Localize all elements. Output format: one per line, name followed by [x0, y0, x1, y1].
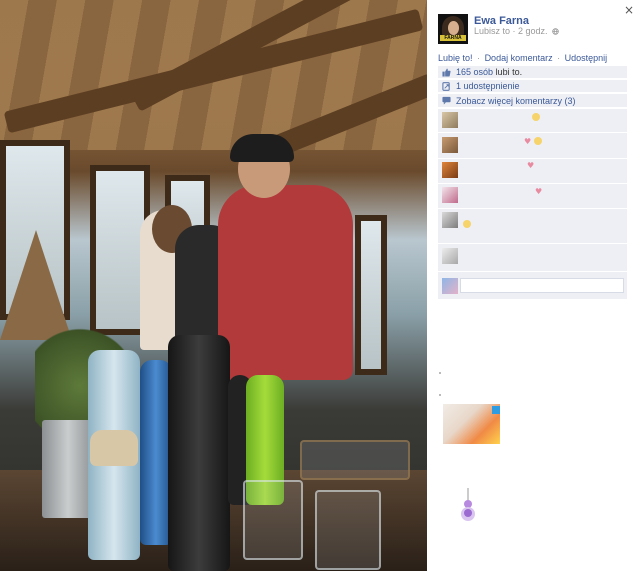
ad-dot [439, 372, 441, 374]
photo-person-shirt [218, 185, 353, 380]
comment-bubble-icon [442, 96, 451, 105]
shares-row: 1 udostępnienie [438, 80, 627, 93]
avatar[interactable]: FARNA [438, 14, 468, 44]
photo-bottle-label [90, 430, 138, 466]
sun-icon [534, 137, 542, 145]
likes-count[interactable]: 165 osób [456, 67, 493, 77]
add-comment-link[interactable]: Dodaj komentarz [485, 53, 553, 63]
shares-count[interactable]: 1 udostępnienie [456, 81, 520, 91]
photo-bottle [168, 335, 230, 571]
sun-icon [532, 113, 540, 121]
sponsored-product-image[interactable] [458, 486, 478, 526]
likes-row: 165 osób lubi to. [438, 66, 627, 79]
heart-icon: ♥ [524, 137, 532, 146]
photo-cap [230, 134, 294, 162]
avatar-logo: FARNA [440, 35, 466, 41]
comment-avatar[interactable] [442, 248, 458, 264]
comment-form [438, 272, 627, 299]
share-icon [442, 81, 450, 91]
avatar-face [448, 21, 459, 35]
thumbs-up-icon [442, 67, 451, 77]
likes-suffix: lubi to. [495, 67, 523, 77]
comment-avatar[interactable] [442, 112, 458, 128]
sponsored-badge [492, 406, 500, 414]
photo-glass [243, 480, 303, 560]
comment-item [438, 244, 627, 271]
comment-avatar[interactable] [442, 187, 458, 203]
post-actions: Lubię to! · Dodaj komentarz · Udostępnij [438, 53, 607, 63]
photo-pot [42, 420, 94, 518]
photo-window [355, 215, 387, 375]
heart-icon: ♥ [535, 187, 543, 196]
comment-item [438, 109, 627, 132]
photo-glass [315, 490, 381, 570]
separator: · [557, 53, 561, 63]
sponsored-image[interactable] [443, 404, 500, 444]
globe-icon [552, 28, 559, 35]
comment-avatar[interactable] [442, 212, 458, 228]
comment-avatar[interactable] [442, 162, 458, 178]
post-photo[interactable] [0, 0, 427, 571]
heart-icon: ♥ [527, 161, 535, 170]
comment-item: ♥ [438, 159, 627, 183]
close-button[interactable]: × [624, 3, 634, 17]
comment-item [438, 209, 627, 243]
post-sidebar: × FARNA Ewa Farna Lubisz to · 2 godz. Lu… [427, 0, 640, 571]
separator: · [477, 53, 481, 63]
more-comments-link[interactable]: Zobacz więcej komentarzy (3) [456, 96, 576, 106]
comment-item: ♥ [438, 184, 627, 208]
comment-item: ♥ [438, 133, 627, 158]
share-link[interactable]: Udostępnij [565, 53, 608, 63]
comment-input[interactable] [460, 278, 624, 293]
ad-dot [439, 394, 441, 396]
like-link[interactable]: Lubię to! [438, 53, 473, 63]
photo-basket [300, 440, 410, 480]
my-avatar [442, 278, 458, 294]
more-comments-row[interactable]: Zobacz więcej komentarzy (3) [438, 94, 627, 108]
sun-icon [463, 220, 471, 228]
comment-avatar[interactable] [442, 137, 458, 153]
post-meta: Lubisz to · 2 godz. [474, 26, 559, 36]
post-meta-text: Lubisz to · 2 godz. [474, 26, 548, 36]
